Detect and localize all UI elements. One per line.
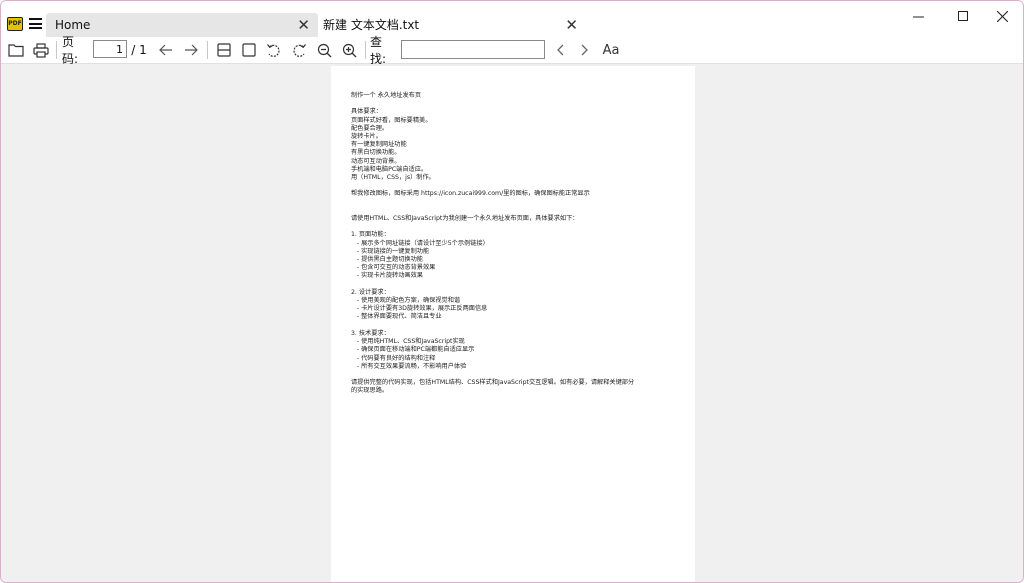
- document-line: - 确保页面在移动端和PC端都能自适应显示: [351, 346, 475, 354]
- document-line: 请提供完整的代码实现，包括HTML结构、CSS样式和JavaScript交互逻辑…: [351, 379, 635, 387]
- document-line: 旋转卡片。: [351, 133, 382, 141]
- zoom-out-icon[interactable]: [314, 37, 334, 63]
- title-bar: PDF Home ✕ 新建 文本文档.txt ✕: [1, 1, 1023, 37]
- toolbar-separator: [56, 41, 57, 59]
- document-line: 的实现思路。: [351, 387, 389, 395]
- search-input[interactable]: [401, 40, 545, 59]
- tab-text-document-close-icon[interactable]: ✕: [565, 13, 578, 37]
- document-line: 帮我修改图标，图标采用 https://icon.zucai999.com/里的…: [351, 190, 590, 198]
- toolbar: 页码: / 1 查找:: [1, 35, 1023, 66]
- document-viewport[interactable]: 制作一个 永久地址发布页 具体要求： 页面样式好看，图标要精美。 配色要合理。 旋转卡…: [1, 64, 1023, 582]
- page-label: 页码:: [62, 35, 79, 66]
- document-line: 制作一个 永久地址发布页: [351, 92, 422, 99]
- rotate-left-icon[interactable]: [263, 37, 283, 63]
- document-line: - 整体界面要现代、简洁且专业: [351, 313, 442, 321]
- folder-icon[interactable]: [6, 37, 26, 63]
- hamburger-menu-icon[interactable]: [29, 18, 42, 29]
- rotate-right-icon[interactable]: [289, 37, 309, 63]
- arrow-left-icon[interactable]: [156, 37, 176, 63]
- page-total: / 1: [131, 43, 147, 57]
- document-line: 配色要合理。: [351, 124, 389, 132]
- page-number-input[interactable]: [93, 40, 127, 58]
- document-line: 1. 页面功能：: [351, 231, 390, 239]
- zoom-in-icon[interactable]: [339, 37, 359, 63]
- document-line: 有黑白切换功能。: [351, 149, 401, 157]
- document-line: 3. 技术要求：: [351, 329, 390, 337]
- document-line: - 实现卡片旋转动画效果: [351, 272, 423, 280]
- close-icon[interactable]: [979, 1, 1023, 31]
- document-line: 用（HTML，CSS，js）制作。: [351, 174, 435, 182]
- arrow-right-icon[interactable]: [181, 37, 201, 63]
- document-text: 制作一个 永久地址发布页 具体要求： 页面样式好看，图标要精美。 配色要合理。 旋转卡…: [351, 92, 681, 396]
- document-line: - 实现链接的一键复制功能: [351, 247, 430, 255]
- document-line: - 展示多个网址链接（请设计至少5个示例链接）: [351, 239, 489, 247]
- font-size-icon[interactable]: Aa: [600, 37, 622, 63]
- document-page: 制作一个 永久地址发布页 具体要求： 页面样式好看，图标要精美。 配色要合理。 旋转卡…: [331, 66, 695, 582]
- document-line: 2. 设计要求：: [351, 288, 390, 296]
- document-line: 动态可互动背景。: [351, 157, 401, 165]
- toolbar-separator: [207, 41, 208, 59]
- app-logo-icon: PDF: [7, 17, 23, 31]
- document-line: - 所有交互效果要流畅，不影响用户体验: [351, 362, 467, 370]
- fit-page-icon[interactable]: [239, 37, 259, 63]
- document-line: 手机端和电脑PC端自适应。: [351, 165, 428, 173]
- document-line: 请使用HTML、CSS和JavaScript为我创建一个永久地址发布页面，具体要…: [351, 215, 579, 223]
- printer-icon[interactable]: [31, 37, 51, 63]
- tab-text-document[interactable]: 新建 文本文档.txt ✕: [314, 13, 586, 37]
- chevron-right-icon[interactable]: [576, 37, 594, 63]
- toolbar-separator: [365, 41, 366, 59]
- document-line: 具体要求：: [351, 108, 382, 116]
- minimize-icon[interactable]: [895, 1, 941, 31]
- fit-width-icon[interactable]: [214, 37, 234, 63]
- document-line: 页面样式好看，图标要精美。: [351, 116, 432, 124]
- tab-home-close-icon[interactable]: ✕: [297, 13, 310, 37]
- chevron-left-icon[interactable]: [551, 37, 569, 63]
- document-line: - 代码要有良好的结构和注释: [351, 354, 436, 362]
- app-window: PDF Home ✕ 新建 文本文档.txt ✕ 页码: 1 / 1 查找: A…: [0, 0, 1024, 583]
- search-label: 查找:: [370, 35, 387, 66]
